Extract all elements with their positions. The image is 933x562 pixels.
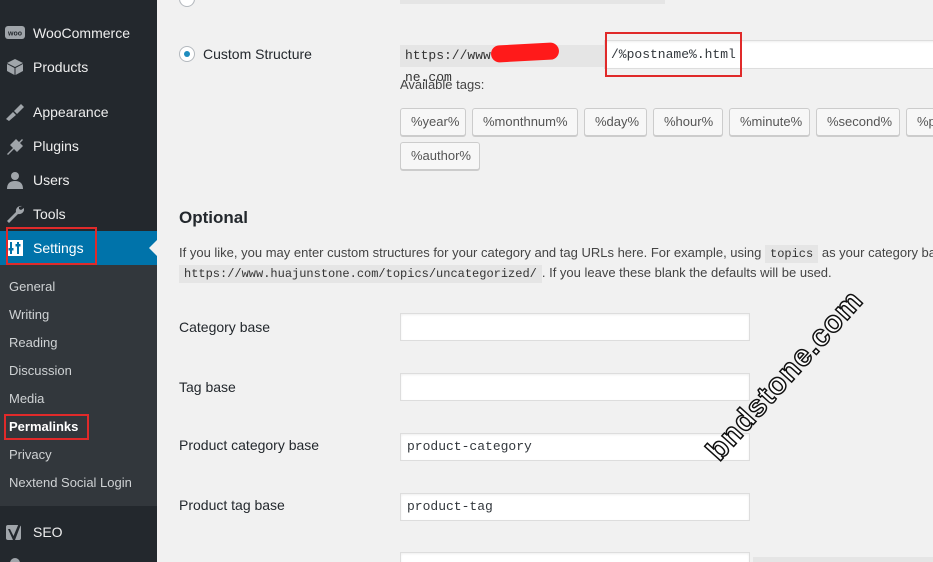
menu-label: SEO: [33, 524, 63, 540]
submenu-item-writing[interactable]: Writing: [9, 307, 49, 322]
users-icon: [5, 170, 25, 190]
tag-button-minute[interactable]: %minute%: [729, 108, 810, 136]
menu-item-tools[interactable]: Tools: [0, 197, 157, 231]
optional-description-line2: https://www.huajunstone.com/topics/uncat…: [179, 265, 832, 283]
menu-label: WooCommerce: [33, 25, 130, 41]
menu-label: Settings: [33, 240, 84, 256]
menu-label: Products: [33, 59, 89, 75]
menu-item-plugins[interactable]: Plugins: [0, 129, 157, 163]
tag-button-second[interactable]: %second%: [816, 108, 900, 136]
svg-text:woo: woo: [7, 31, 22, 38]
menu-label: Appearance: [33, 104, 109, 120]
product-tag-base-label: Product tag base: [179, 497, 285, 513]
submenu-item-media[interactable]: Media: [9, 391, 44, 406]
woocommerce-icon: woo: [5, 23, 25, 43]
tools-icon: [5, 204, 25, 224]
menu-item-settings[interactable]: Settings: [0, 231, 157, 265]
available-tags-label: Available tags:: [400, 77, 485, 92]
menu-item-users[interactable]: Users: [0, 163, 157, 197]
optional-description-line1: If you like, you may enter custom struct…: [179, 245, 933, 263]
submenu-item-privacy[interactable]: Privacy: [9, 447, 52, 462]
seo-icon: [5, 522, 25, 542]
redaction-mark: [490, 42, 560, 63]
menu-label: Tools: [33, 206, 66, 222]
tag-button-author[interactable]: %author%: [400, 142, 480, 170]
tag-button-monthnum[interactable]: %monthnum%: [472, 108, 578, 136]
tag-button-post-id[interactable]: %p: [906, 108, 933, 136]
tag-button-year[interactable]: %year%: [400, 108, 466, 136]
next-field-input[interactable]: [400, 552, 750, 562]
settings-submenu: General Writing Reading Discussion Media…: [0, 265, 157, 506]
submenu-item-general[interactable]: General: [9, 279, 55, 294]
tag-button-hour[interactable]: %hour%: [653, 108, 723, 136]
menu-label: Plugins: [33, 138, 79, 154]
menu-label: Users: [33, 172, 70, 188]
tag-base-input[interactable]: [400, 373, 750, 401]
optional-heading: Optional: [179, 208, 248, 227]
submenu-item-permalinks[interactable]: Permalinks: [9, 419, 78, 434]
category-base-label: Category base: [179, 319, 271, 335]
previous-row-code: [400, 0, 665, 4]
plugins-icon: [5, 136, 25, 156]
menu-item-appearance[interactable]: Appearance: [0, 95, 157, 129]
submenu-item-discussion[interactable]: Discussion: [9, 363, 72, 378]
products-icon: [5, 57, 25, 77]
menu-item-products[interactable]: Products: [0, 50, 157, 84]
menu-item-woocommerce[interactable]: woo WooCommerce: [0, 16, 157, 50]
custom-structure-label: Custom Structure: [203, 46, 312, 62]
submenu-item-reading[interactable]: Reading: [9, 335, 57, 350]
tag-button-day[interactable]: %day%: [584, 108, 647, 136]
radio-previous-option[interactable]: [179, 0, 195, 7]
next-field-code: [753, 557, 933, 562]
submenu-item-nextend-social-login[interactable]: Nextend Social Login: [9, 475, 132, 490]
product-category-base-input[interactable]: product-category: [400, 433, 750, 461]
custom-structure-input[interactable]: /%postname%.html: [604, 40, 933, 69]
admin-sidebar: woo WooCommerce Products Appearance Plug…: [0, 0, 157, 562]
product-category-base-label: Product category base: [179, 437, 320, 453]
menu-item-seo[interactable]: SEO: [0, 515, 157, 549]
radio-custom-structure[interactable]: [179, 46, 195, 62]
settings-icon: [5, 238, 25, 258]
menu-icon: [5, 549, 25, 562]
tag-base-label: Tag base: [179, 379, 236, 395]
menu-item-partial[interactable]: [0, 549, 157, 562]
category-base-input[interactable]: [400, 313, 750, 341]
appearance-icon: [5, 102, 25, 122]
product-tag-base-input[interactable]: product-tag: [400, 493, 750, 521]
